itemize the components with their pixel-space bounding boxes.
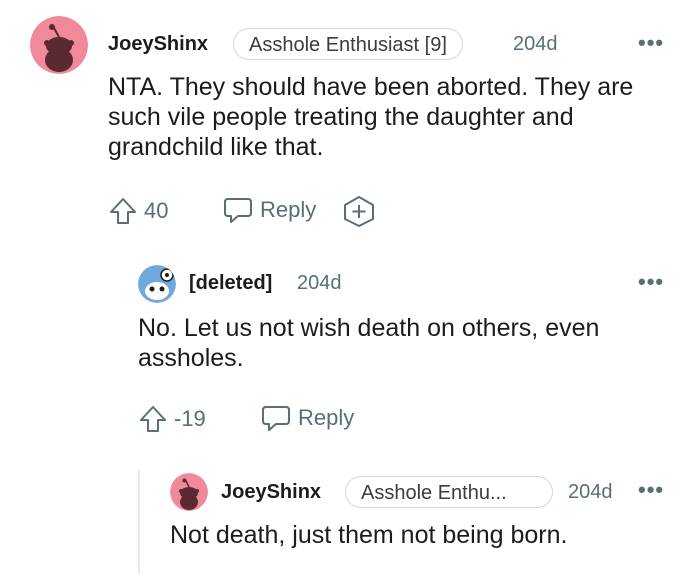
upvote-button[interactable]: -19 <box>138 404 206 434</box>
user-avatar[interactable] <box>170 473 208 511</box>
upvote-button[interactable]: 40 <box>108 196 168 226</box>
comment-username: [deleted] <box>189 272 273 294</box>
more-options-button[interactable]: ••• <box>638 30 664 56</box>
comment-username[interactable]: JoeyShinx <box>108 33 208 56</box>
reply-label: Reply <box>298 405 355 430</box>
more-options-button[interactable]: ••• <box>638 477 664 503</box>
user-avatar[interactable] <box>30 16 88 74</box>
upvote-arrow-icon <box>110 198 136 224</box>
reply-button[interactable]: Reply <box>222 195 316 225</box>
comment-bubble-icon <box>262 406 290 431</box>
award-button[interactable] <box>342 195 376 232</box>
comment-age[interactable]: 204d <box>513 33 558 56</box>
vote-score: -19 <box>174 406 206 431</box>
more-options-button[interactable]: ••• <box>638 269 664 295</box>
comment-age[interactable]: 204d <box>568 481 613 504</box>
user-flair: Asshole Enthusiast [9] <box>233 28 463 60</box>
upvote-arrow-icon <box>140 406 166 432</box>
reply-label: Reply <box>260 197 317 222</box>
user-flair: Asshole Enthu... <box>345 476 553 508</box>
comment-age[interactable]: 204d <box>297 272 342 295</box>
deleted-avatar-icon <box>138 265 176 303</box>
comment-body: Not death, just them not being born. <box>170 521 568 549</box>
thread-line <box>138 470 140 574</box>
comment-bubble-icon <box>224 198 252 223</box>
add-award-icon <box>344 196 374 227</box>
comment-username[interactable]: JoeyShinx <box>221 481 321 504</box>
user-avatar[interactable] <box>138 265 176 303</box>
comment-body: No. Let us not wish death on others, eve… <box>138 314 600 372</box>
snoo-avatar-icon <box>30 16 88 74</box>
reply-button[interactable]: Reply <box>260 403 354 433</box>
vote-score: 40 <box>144 198 169 223</box>
comment-body: NTA. They should have been aborted. They… <box>108 73 634 161</box>
snoo-avatar-icon <box>170 473 208 511</box>
